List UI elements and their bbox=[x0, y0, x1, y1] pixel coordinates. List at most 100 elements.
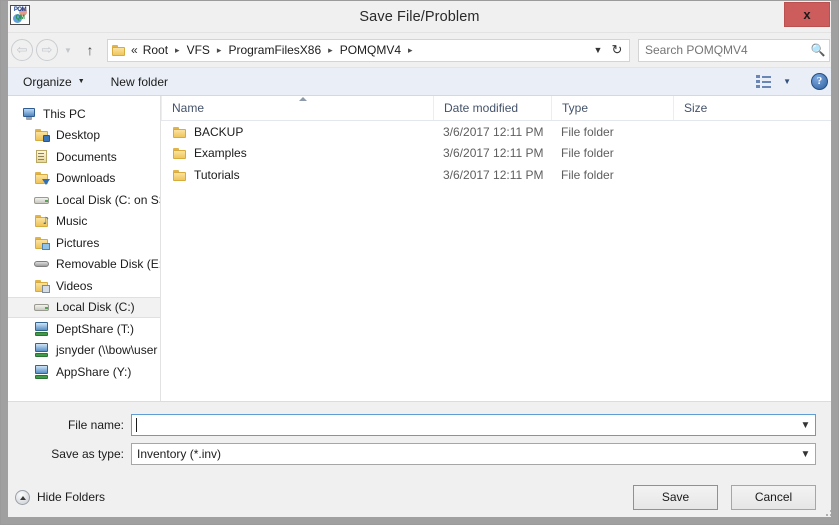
sidebar-item-label: Downloads bbox=[56, 171, 116, 186]
column-header-size[interactable]: Size bbox=[673, 96, 753, 120]
sidebar-item-videos[interactable]: Videos bbox=[1, 275, 160, 297]
breadcrumb-item-pomqmv4[interactable]: POMQMV4 bbox=[340, 43, 401, 57]
sidebar-item-jsnyder-share[interactable]: jsnyder (\\bow\user bbox=[1, 340, 160, 362]
sidebar-item-label: Desktop bbox=[56, 128, 101, 143]
table-row[interactable]: BACKUP 3/6/2017 12:11 PM File folder bbox=[161, 121, 838, 143]
view-dropdown-icon[interactable]: ▼ bbox=[783, 77, 791, 86]
sidebar-item-this-pc[interactable]: This PC bbox=[1, 103, 160, 125]
address-dropdown-icon[interactable]: ▼ bbox=[589, 45, 607, 55]
column-header-date-modified[interactable]: Date modified bbox=[433, 96, 551, 120]
refresh-icon[interactable]: ↻ bbox=[607, 42, 627, 58]
sidebar-item-local-disk-c[interactable]: Local Disk (C:) bbox=[1, 296, 160, 318]
file-list: BACKUP 3/6/2017 12:11 PM File folder Exa… bbox=[161, 121, 838, 401]
save-as-type-select[interactable]: Inventory (*.inv) ▼ bbox=[131, 443, 816, 465]
table-row[interactable]: Examples 3/6/2017 12:11 PM File folder bbox=[161, 143, 838, 165]
file-date-modified: 3/6/2017 12:11 PM bbox=[443, 167, 544, 182]
file-name-field[interactable]: ▼ bbox=[131, 414, 816, 436]
sidebar-item-label: AppShare (Y:) bbox=[56, 364, 132, 379]
column-header-type[interactable]: Type bbox=[551, 96, 673, 120]
sidebar-item-pictures[interactable]: Pictures bbox=[1, 232, 160, 254]
sidebar-item-label: Music bbox=[56, 214, 88, 229]
search-input[interactable] bbox=[639, 42, 807, 58]
help-icon[interactable]: ? bbox=[811, 73, 828, 90]
save-as-type-value: Inventory (*.inv) bbox=[137, 447, 222, 461]
new-folder-button[interactable]: New folder bbox=[111, 75, 168, 89]
search-box[interactable]: 🔍 bbox=[638, 38, 830, 62]
chevron-down-icon[interactable]: ▼ bbox=[796, 420, 815, 431]
close-button[interactable]: x bbox=[784, 2, 830, 27]
sidebar-item-removable-disk-e[interactable]: Removable Disk (E: · bbox=[1, 254, 160, 276]
breadcrumb: « Root ▸ VFS ▸ ProgramFilesX86 ▸ POMQMV4… bbox=[131, 43, 420, 57]
sidebar-item-label: Documents bbox=[56, 149, 117, 164]
save-form: File name: ▼ Save as type: Inventory (*.… bbox=[1, 402, 838, 470]
breadcrumb-item-vfs[interactable]: VFS bbox=[187, 43, 210, 57]
file-type: File folder bbox=[561, 146, 614, 161]
file-name: Tutorials bbox=[194, 167, 240, 182]
save-button[interactable]: Save bbox=[633, 484, 718, 510]
sidebar-item-local-disk-c-ssu[interactable]: Local Disk (C: on SSU bbox=[1, 189, 160, 211]
hide-folders-button[interactable]: Hide Folders bbox=[15, 489, 106, 505]
sidebar-item-label: Pictures bbox=[56, 235, 100, 250]
new-folder-label: New folder bbox=[110, 74, 168, 89]
window-edge-right bbox=[831, 1, 838, 524]
window-edge-left bbox=[1, 1, 8, 524]
breadcrumb-separator-icon[interactable]: ▸ bbox=[175, 45, 180, 56]
sidebar-item-desktop[interactable]: Desktop bbox=[1, 125, 160, 147]
organize-label: Organize bbox=[23, 74, 72, 89]
up-arrow-icon[interactable]: ↑ bbox=[79, 42, 101, 58]
folder-icon bbox=[173, 147, 187, 160]
music-folder-icon: ♪ bbox=[34, 214, 50, 228]
sidebar-item-label: Removable Disk (E: · bbox=[56, 257, 161, 272]
breadcrumb-separator-icon[interactable]: ▸ bbox=[328, 45, 333, 56]
sidebar-item-downloads[interactable]: Downloads bbox=[1, 168, 160, 190]
dialog-body: This PC Desktop Documents Downloads Loca… bbox=[1, 96, 838, 402]
desktop-folder-icon bbox=[34, 128, 50, 143]
pictures-folder-icon bbox=[34, 236, 50, 250]
command-bar: Organize ▼ New folder ▼ ? bbox=[1, 67, 838, 96]
file-type: File folder bbox=[561, 124, 614, 139]
sidebar-item-deptshare-t[interactable]: DeptShare (T:) bbox=[1, 318, 160, 340]
sidebar-item-label: jsnyder (\\bow\user bbox=[56, 343, 158, 358]
file-name: Examples bbox=[194, 146, 247, 161]
breadcrumb-item-programfilesx86[interactable]: ProgramFilesX86 bbox=[228, 43, 321, 57]
documents-icon bbox=[34, 149, 50, 164]
file-list-pane: Name Date modified Type Size BACKUP 3/6/… bbox=[161, 96, 838, 401]
sidebar-item-documents[interactable]: Documents bbox=[1, 146, 160, 168]
back-arrow-icon[interactable]: ⇦ bbox=[11, 39, 33, 61]
list-view-icon[interactable] bbox=[756, 75, 772, 88]
breadcrumb-item-root[interactable]: Root bbox=[143, 43, 168, 57]
search-icon[interactable]: 🔍 bbox=[807, 43, 829, 57]
sidebar-item-label: This PC bbox=[43, 106, 86, 121]
chevron-down-icon[interactable]: ▼ bbox=[61, 46, 75, 55]
window-edge-bottom bbox=[1, 517, 838, 524]
folder-icon bbox=[173, 169, 187, 181]
address-bar[interactable]: « Root ▸ VFS ▸ ProgramFilesX86 ▸ POMQMV4… bbox=[107, 38, 630, 62]
breadcrumb-overflow[interactable]: « bbox=[131, 43, 138, 57]
window-title: Save File/Problem bbox=[359, 8, 480, 25]
file-name: BACKUP bbox=[194, 124, 244, 139]
network-drive-icon bbox=[34, 321, 50, 336]
sidebar-item-label: Local Disk (C:) bbox=[56, 300, 135, 315]
sidebar-item-appshare-y[interactable]: AppShare (Y:) bbox=[1, 361, 160, 383]
file-name-row: File name: ▼ bbox=[1, 414, 816, 436]
column-header-name[interactable]: Name bbox=[161, 96, 433, 120]
breadcrumb-separator-icon[interactable]: ▸ bbox=[408, 45, 413, 56]
videos-folder-icon bbox=[34, 279, 50, 293]
save-file-dialog: POM QM Save File/Problem x ⇦ ⇨ ▼ ↑ « Roo… bbox=[0, 0, 839, 525]
folder-icon bbox=[173, 126, 187, 138]
chevron-down-icon: ▼ bbox=[77, 78, 85, 85]
text-cursor bbox=[136, 418, 137, 432]
chevron-down-icon[interactable]: ▼ bbox=[796, 449, 815, 460]
drive-icon bbox=[34, 300, 50, 314]
forward-arrow-icon[interactable]: ⇨ bbox=[36, 39, 58, 61]
hide-folders-label: Hide Folders bbox=[37, 490, 106, 504]
sidebar-item-music[interactable]: ♪ Music bbox=[1, 211, 160, 233]
organize-button[interactable]: Organize ▼ bbox=[23, 75, 85, 89]
sidebar-item-label: Videos bbox=[56, 278, 93, 293]
network-drive-icon bbox=[34, 343, 50, 358]
table-row[interactable]: Tutorials 3/6/2017 12:11 PM File folder bbox=[161, 164, 838, 186]
save-as-type-row: Save as type: Inventory (*.inv) ▼ bbox=[1, 443, 816, 465]
cancel-button[interactable]: Cancel bbox=[731, 484, 816, 510]
breadcrumb-separator-icon[interactable]: ▸ bbox=[217, 45, 222, 56]
drive-icon bbox=[34, 193, 50, 207]
